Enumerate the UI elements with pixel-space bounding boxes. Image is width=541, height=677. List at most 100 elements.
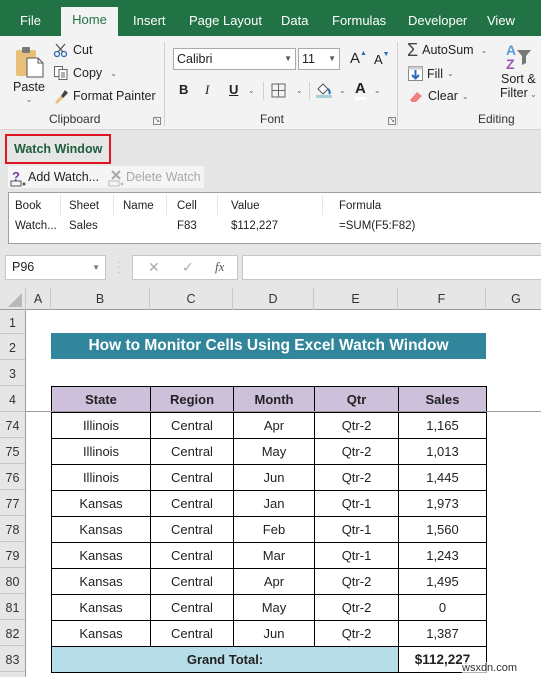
cell-sales[interactable]: 1,243 [398, 542, 487, 569]
watch-col-name[interactable]: Name [123, 199, 154, 213]
row-header[interactable]: 78 [0, 516, 25, 542]
autosum-button[interactable]: Σ AutoSum ⌄ [407, 41, 488, 59]
cell-state[interactable]: Kansas [51, 542, 151, 569]
fill-color-dropdown-icon[interactable]: ⌄ [339, 86, 346, 95]
watch-list[interactable]: Book Sheet Name Cell Value Formula Watch… [8, 192, 541, 244]
column-header-a[interactable]: A [26, 288, 51, 310]
column-divider[interactable] [60, 195, 61, 215]
row-header[interactable]: 79 [0, 542, 25, 568]
column-divider[interactable] [322, 195, 323, 215]
fill-dropdown-icon[interactable]: ⌄ [447, 69, 454, 78]
formula-bar-grip-icon[interactable]: · · · [117, 258, 120, 278]
sheet-title[interactable]: How to Monitor Cells Using Excel Watch W… [51, 333, 486, 359]
cell-state[interactable]: Illinois [51, 464, 151, 491]
cell-month[interactable]: Mar [233, 542, 315, 569]
cell-region[interactable]: Central [150, 542, 234, 569]
cell-state[interactable]: Illinois [51, 412, 151, 439]
cell-month[interactable]: Feb [233, 516, 315, 543]
cell-qtr[interactable]: Qtr-2 [314, 438, 399, 465]
cell-month[interactable]: May [233, 438, 315, 465]
name-box-dropdown-icon[interactable]: ▼ [92, 256, 100, 279]
row-header[interactable]: 77 [0, 490, 25, 516]
cell-qtr[interactable]: Qtr-1 [314, 490, 399, 517]
cancel-icon[interactable]: ✕ [148, 259, 160, 276]
header-sales[interactable]: Sales [398, 386, 487, 413]
cell-state[interactable]: Kansas [51, 490, 151, 517]
cell-sales[interactable]: 1,495 [398, 568, 487, 595]
name-box[interactable]: P96 ▼ [5, 255, 106, 280]
column-header-b[interactable]: B [51, 288, 150, 310]
cell-month[interactable]: Jan [233, 490, 315, 517]
tab-file[interactable]: File [16, 8, 45, 36]
cell-state[interactable]: Kansas [51, 620, 151, 647]
watch-col-value[interactable]: Value [231, 199, 260, 213]
underline-button[interactable]: U [229, 82, 238, 97]
grow-font-button[interactable]: A ▲ [350, 50, 367, 67]
cell-sales[interactable]: 1,560 [398, 516, 487, 543]
tab-formulas[interactable]: Formulas [328, 8, 390, 36]
cell-state[interactable]: Kansas [51, 594, 151, 621]
tab-data[interactable]: Data [277, 8, 312, 36]
tab-page-layout[interactable]: Page Layout [185, 8, 266, 36]
row-header[interactable]: 74 [0, 412, 25, 438]
font-color-button[interactable]: A ⌄ [355, 80, 381, 100]
font-name-dropdown-icon[interactable]: ▼ [284, 49, 292, 69]
tab-insert[interactable]: Insert [129, 8, 170, 36]
paste-button[interactable]: Paste ⌄ [12, 44, 46, 104]
tab-home[interactable]: Home [61, 7, 118, 36]
row-header[interactable]: 81 [0, 594, 25, 620]
grand-total-label[interactable]: Grand Total: [51, 646, 399, 673]
font-name-combo[interactable]: Calibri ▼ [173, 48, 296, 70]
underline-dropdown-icon[interactable]: ⌄ [248, 86, 255, 95]
fill-button[interactable]: Fill ⌄ [408, 66, 454, 81]
borders-dropdown-icon[interactable]: ⌄ [296, 86, 303, 95]
tab-view[interactable]: View [483, 8, 519, 36]
column-header-g[interactable]: G [486, 288, 541, 310]
watch-col-book[interactable]: Book [15, 199, 41, 213]
column-divider[interactable] [217, 195, 218, 215]
cell-month[interactable]: Apr [233, 568, 315, 595]
cell-state[interactable]: Kansas [51, 516, 151, 543]
row-header[interactable]: 3 [0, 360, 25, 386]
autosum-dropdown-icon[interactable]: ⌄ [481, 46, 488, 55]
bold-button[interactable]: B [179, 82, 188, 97]
row-header[interactable]: 76 [0, 464, 25, 490]
shrink-font-button[interactable]: A ▼ [374, 51, 390, 67]
cell-qtr[interactable]: Qtr-2 [314, 568, 399, 595]
clear-button[interactable]: Clear ⌄ [408, 89, 469, 103]
copy-button[interactable]: Copy ⌄ [53, 65, 117, 81]
format-painter-button[interactable]: Format Painter [53, 88, 156, 104]
cell-sales[interactable]: 1,013 [398, 438, 487, 465]
cell-month[interactable]: Jun [233, 464, 315, 491]
enter-icon[interactable]: ✓ [182, 259, 194, 276]
font-dialog-launcher-icon[interactable]: ↘ [388, 117, 396, 125]
italic-button[interactable]: I [205, 82, 209, 98]
fill-color-button[interactable]: ⌄ [315, 81, 346, 99]
cell-sales[interactable]: 1,387 [398, 620, 487, 647]
row-header[interactable]: 1 [0, 310, 25, 334]
insert-function-icon[interactable]: fx [215, 259, 224, 275]
cell-region[interactable]: Central [150, 412, 234, 439]
column-header-f[interactable]: F [398, 288, 486, 310]
cell-region[interactable]: Central [150, 438, 234, 465]
add-watch-button[interactable]: ? Add Watch... [10, 168, 99, 187]
cell-month[interactable]: Jun [233, 620, 315, 647]
clipboard-dialog-launcher-icon[interactable]: ↘ [153, 117, 161, 125]
cell-qtr[interactable]: Qtr-2 [314, 464, 399, 491]
row-header[interactable]: 75 [0, 438, 25, 464]
header-state[interactable]: State [51, 386, 151, 413]
column-divider[interactable] [113, 195, 114, 215]
column-divider[interactable] [166, 195, 167, 215]
cell-region[interactable]: Central [150, 568, 234, 595]
row-header[interactable]: 4 [0, 386, 25, 412]
copy-dropdown-icon[interactable]: ⌄ [110, 69, 117, 78]
header-qtr[interactable]: Qtr [314, 386, 399, 413]
cell-state[interactable]: Kansas [51, 568, 151, 595]
cell-sales[interactable]: 1,165 [398, 412, 487, 439]
cell-sales[interactable]: 1,973 [398, 490, 487, 517]
cell-sales[interactable]: 0 [398, 594, 487, 621]
cell-month[interactable]: May [233, 594, 315, 621]
cell-state[interactable]: Illinois [51, 438, 151, 465]
font-size-dropdown-icon[interactable]: ▼ [328, 49, 336, 69]
cell-qtr[interactable]: Qtr-2 [314, 620, 399, 647]
